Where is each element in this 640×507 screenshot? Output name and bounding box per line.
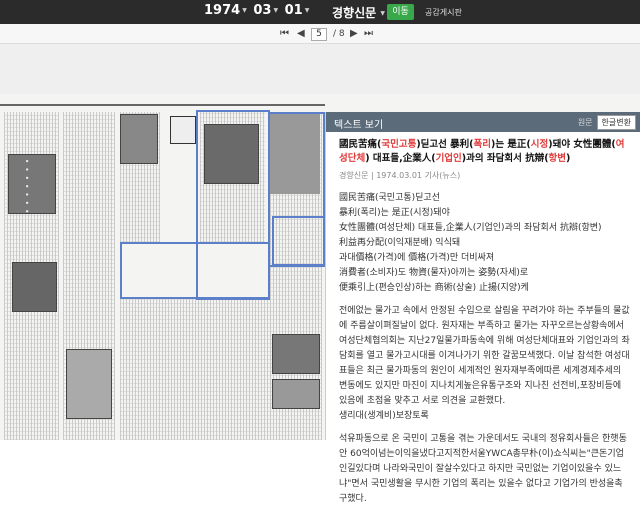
panel-title: 텍스트 보기 — [334, 120, 384, 131]
title-reading: 항변 — [548, 153, 567, 164]
last-page-icon[interactable]: ⏭ — [364, 28, 373, 39]
article-title: 國民苦痛(국민고통)딛고선 暴利(폭리)는 是正(시정)돼야 女性團體(여성단체… — [339, 138, 630, 166]
title-part: )돼야 女性團體( — [548, 139, 616, 150]
page-number-input[interactable]: 5 — [311, 28, 327, 41]
title-part: 國民苦痛( — [339, 139, 382, 150]
first-page-icon[interactable]: ⏮ — [280, 28, 289, 39]
article-paragraph: 전에없는 물가고 속에서 안정된 수입으로 살림을 꾸려가야 하는 주부들의 물… — [339, 306, 630, 406]
next-page-icon[interactable]: ▶ — [350, 28, 358, 39]
script-toggle: 원문 한글변환 — [574, 115, 636, 130]
subheading-line: 便乘引上(편승인상)하는 商術(상술) 止揚(지양)케 — [339, 283, 529, 293]
article-body: 國民苦痛(국민고통)딛고선 暴利(폭리)는 是正(시정)돼야 女性團體(여성단체… — [326, 132, 640, 507]
original-toggle[interactable]: 원문 — [574, 116, 597, 129]
subheading-line: 利益再分配(이익재분배) 익식돼 — [339, 238, 461, 248]
page-navigator: ⏮ ◀ 5 / 8 ▶ ⏭ — [0, 24, 640, 44]
date-selector: 1974 ▼ 03 ▼ 01 ▼ — [204, 3, 311, 18]
article-subhead: 생리대(생계비)보장토록 — [339, 411, 429, 421]
subheading-line: 暴利(폭리)는 是正(시정)돼야 — [339, 208, 450, 218]
headline-vertical: · · · · · · · — [20, 159, 34, 214]
photo — [120, 114, 158, 164]
advertisement — [66, 349, 112, 419]
column-emblem — [170, 116, 196, 144]
month-select[interactable]: 03 — [253, 3, 271, 18]
photo — [12, 262, 57, 312]
month-dropdown-icon[interactable]: ▼ — [273, 7, 278, 14]
subheading-line: 女性團體(여성단체) 대표들,企業人(기업인)과의 좌담회서 抗辯(항변) — [339, 223, 602, 233]
publication-label: 경향신문 — [332, 6, 377, 20]
text-view-panel: 텍스트 보기 원문 한글변환 國民苦痛(국민고통)딛고선 暴利(폭리)는 是正(시… — [325, 112, 640, 504]
publication-select[interactable]: 경향신문 ▼ — [332, 4, 391, 21]
text-column — [120, 299, 270, 440]
title-reading: 폭리 — [473, 139, 492, 150]
title-part: )과의 좌담회서 抗辯( — [461, 153, 549, 164]
viewer-spacer — [0, 44, 640, 94]
korean-toggle[interactable]: 한글변환 — [596, 115, 636, 130]
title-part: ) — [566, 153, 571, 164]
photo — [272, 379, 320, 409]
subheading-line: 과대價格(가격)에 價格(가격)만 더비싸져 — [339, 253, 495, 263]
move-button[interactable]: 이동 — [387, 4, 414, 20]
article-meta: 경향신문 | 1974.03.01 기사(뉴스) — [339, 171, 461, 180]
panel-header: 텍스트 보기 원문 한글변환 — [326, 112, 640, 132]
subheading-line: 國民苦痛(국민고통)딛고선 — [339, 193, 440, 203]
title-reading: 기업인 — [435, 153, 462, 164]
day-select[interactable]: 01 — [285, 3, 303, 18]
title-part: ) 대표들,企業人( — [365, 153, 436, 164]
prev-page-icon[interactable]: ◀ — [297, 28, 305, 39]
year-dropdown-icon[interactable]: ▼ — [242, 7, 247, 14]
masthead-rule — [0, 104, 325, 106]
year-select[interactable]: 1974 — [204, 3, 240, 18]
title-reading: 시정 — [530, 139, 549, 150]
subheading-line: 消費者(소비자)도 物資(물자)아끼는 姿勢(자세)로 — [339, 268, 529, 278]
title-part: )딛고선 暴利( — [416, 139, 474, 150]
top-toolbar: 1974 ▼ 03 ▼ 01 ▼ 경향신문 ▼ 이동 공감게시판 — [0, 0, 640, 24]
highlighted-article[interactable] — [272, 216, 325, 266]
page-total-value: 8 — [338, 29, 345, 39]
highlighted-article[interactable] — [196, 110, 270, 300]
page-total: / 8 — [333, 29, 345, 39]
publication-dropdown-icon: ▼ — [380, 10, 385, 17]
photo — [272, 334, 320, 374]
article-paragraph: 석유파동으로 온 국민이 고통을 겪는 가운데서도 국내의 정유회사들은 한햇동… — [339, 434, 627, 504]
day-dropdown-icon[interactable]: ▼ — [305, 7, 310, 14]
title-part: )는 是正( — [491, 139, 531, 150]
title-reading: 국민고통 — [381, 139, 417, 150]
page-separator: / — [333, 29, 337, 39]
board-link[interactable]: 공감게시판 — [425, 7, 462, 18]
